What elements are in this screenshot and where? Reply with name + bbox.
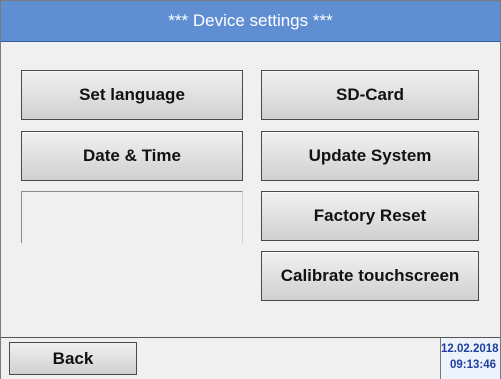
date-time-button[interactable]: Date & Time xyxy=(21,131,243,181)
set-language-button[interactable]: Set language xyxy=(21,70,243,120)
title-bar: *** Device settings *** xyxy=(1,1,500,42)
empty-slot-panel xyxy=(21,191,243,243)
page-title: *** Device settings *** xyxy=(168,11,333,30)
device-settings-screen: *** Device settings *** Set language SD-… xyxy=(0,0,501,379)
factory-reset-button[interactable]: Factory Reset xyxy=(261,191,479,241)
current-date: 12.02.2018 xyxy=(441,343,499,355)
sd-card-button[interactable]: SD-Card xyxy=(261,70,479,120)
calibrate-touchscreen-button[interactable]: Calibrate touchscreen xyxy=(261,251,479,301)
back-button[interactable]: Back xyxy=(9,342,137,375)
update-system-button[interactable]: Update System xyxy=(261,131,479,181)
date-time-display: 12.02.2018 09:13:46 xyxy=(440,338,500,379)
bottom-bar: Back 12.02.2018 09:13:46 xyxy=(1,337,500,379)
current-time: 09:13:46 xyxy=(449,359,496,371)
